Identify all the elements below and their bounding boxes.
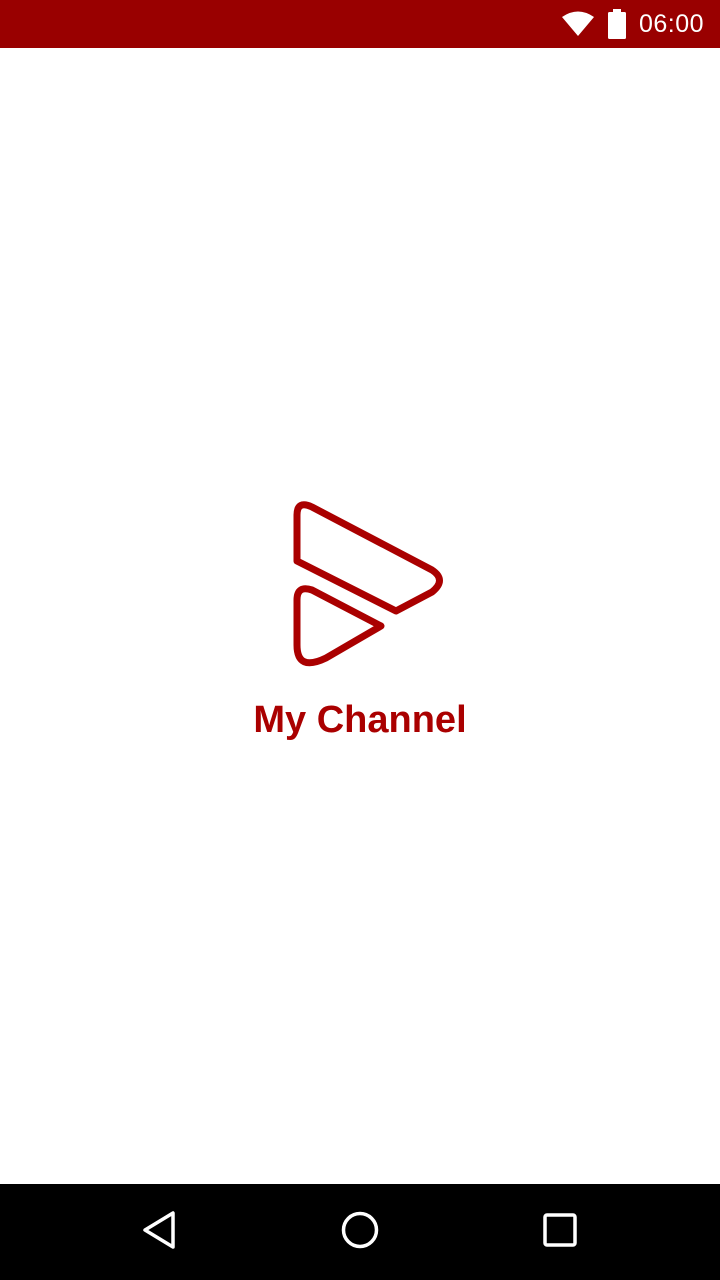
back-button[interactable] [130, 1202, 190, 1262]
status-bar: 06:00 [0, 0, 720, 48]
battery-icon [607, 9, 627, 39]
wifi-icon [561, 11, 595, 37]
recents-icon [540, 1210, 580, 1254]
home-icon [340, 1210, 380, 1254]
home-button[interactable] [330, 1202, 390, 1262]
play-logo-icon [288, 500, 448, 672]
recents-button[interactable] [530, 1202, 590, 1262]
navigation-bar [0, 1184, 720, 1280]
app-name: My Channel [253, 699, 467, 741]
splash-screen: My Channel [0, 48, 720, 1184]
back-icon [140, 1210, 180, 1254]
status-time: 06:00 [638, 9, 704, 38]
